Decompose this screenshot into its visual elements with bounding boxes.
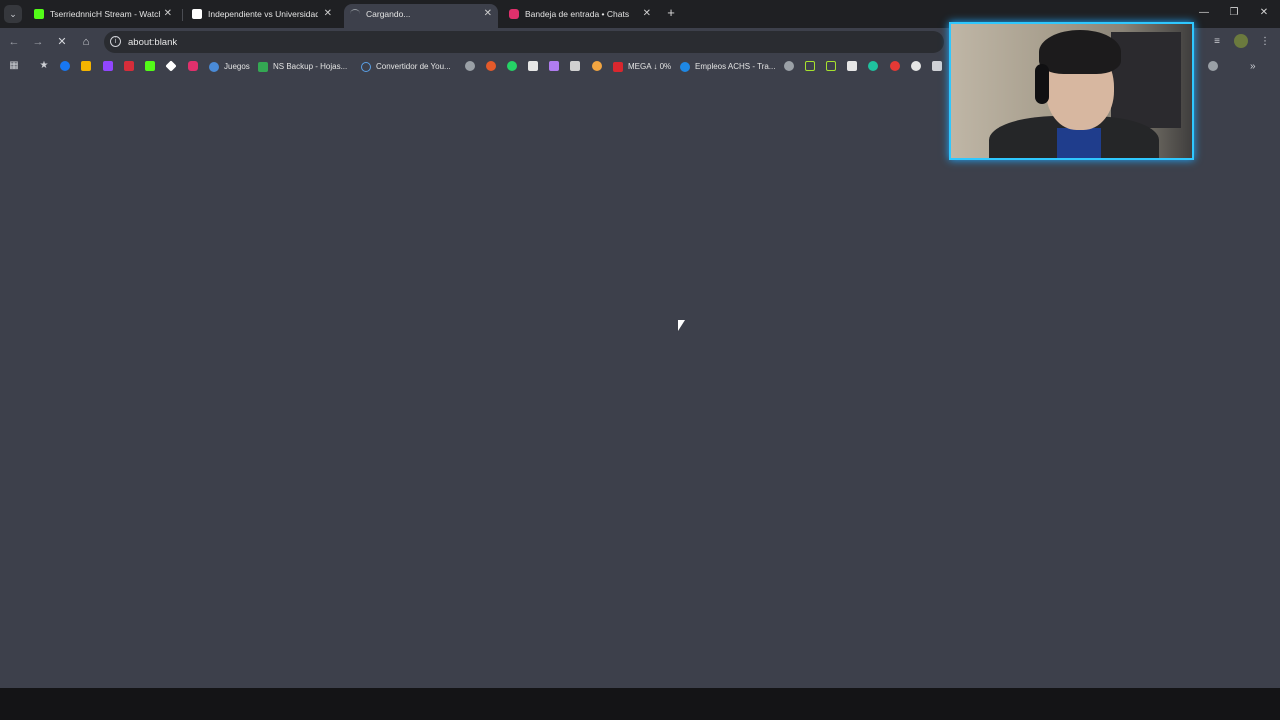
tab-close-icon[interactable]: ✕ [484, 4, 492, 24]
tab-title: Independiente vs Universidad de [208, 9, 318, 19]
globe-icon[interactable] [465, 61, 475, 71]
kick-icon [34, 9, 44, 19]
webcam-poster [1111, 32, 1181, 128]
tab-separator [182, 9, 183, 21]
slash-icon[interactable] [549, 61, 559, 71]
bookmark-convertidor[interactable]: Convertidor de You... [361, 59, 451, 75]
menu-icon[interactable]: ⋮ [1257, 34, 1273, 50]
bookmark-ns-backup[interactable]: NS Backup - Hojas... [258, 59, 347, 75]
tab-instagram-chats[interactable]: Bandeja de entrada • Chats ✕ [503, 4, 657, 28]
window-close-icon[interactable]: ✕ [1257, 6, 1271, 20]
ticket-icon [192, 9, 202, 19]
pokeball-icon[interactable] [890, 61, 900, 71]
bookmark-label: MEGA ↓ 0% [628, 62, 672, 71]
kick-icon[interactable] [145, 61, 155, 71]
green-box-icon[interactable] [826, 61, 836, 71]
image-icon[interactable] [932, 61, 942, 71]
globe-icon[interactable] [1208, 61, 1218, 71]
bookmark-label: Convertidor de You... [376, 62, 451, 71]
profile-avatar[interactable] [1234, 34, 1248, 48]
back-button[interactable]: ← [6, 34, 22, 50]
gallery-icon[interactable] [81, 61, 91, 71]
youtube-icon[interactable] [124, 61, 134, 71]
tab-title: TserriednnicH Stream - Watch Liv [50, 9, 160, 19]
tab-close-icon[interactable]: ✕ [643, 4, 651, 24]
bookmark-juegos[interactable]: Juegos [209, 59, 250, 75]
forward-button[interactable]: → [30, 34, 46, 50]
instagram-icon[interactable] [188, 61, 198, 71]
whatsapp-icon[interactable] [507, 61, 517, 71]
headset-icon [1035, 64, 1049, 104]
tab-close-icon[interactable]: ✕ [164, 4, 172, 24]
tab-title: Cargando... [366, 9, 411, 19]
star-icon[interactable]: ★ [38, 60, 50, 72]
tab-independiente[interactable]: Independiente vs Universidad de ✕ [186, 4, 338, 28]
instagram-icon [509, 9, 519, 19]
binoculars-icon[interactable] [911, 61, 921, 71]
tab-search-button[interactable]: ⌄ [4, 5, 22, 23]
tab-cargando[interactable]: Cargando... ✕ [344, 4, 498, 28]
bookmark-label: NS Backup - Hojas... [273, 62, 348, 71]
stop-button[interactable]: ✕ [54, 34, 70, 50]
taskbar [0, 688, 1280, 720]
globe-icon[interactable] [784, 61, 794, 71]
calendar-icon[interactable] [847, 61, 857, 71]
new-tab-button[interactable]: + [664, 5, 678, 21]
loading-spinner-icon [350, 9, 360, 19]
bookmark-mega[interactable]: MEGA ↓ 0% [613, 59, 671, 75]
tab-kick-stream[interactable]: TserriednnicH Stream - Watch Liv ✕ [28, 4, 178, 28]
apps-icon[interactable]: ▦ [8, 60, 20, 72]
home-button[interactable]: ⌂ [78, 34, 94, 50]
twitch-icon[interactable] [103, 61, 113, 71]
tab-close-icon[interactable]: ✕ [324, 4, 332, 24]
browser-window: ⌄ TserriednnicH Stream - Watch Liv ✕ Ind… [0, 0, 1280, 688]
green-box-icon[interactable] [805, 61, 815, 71]
converter-icon [361, 62, 371, 72]
reading-list-icon[interactable]: ≡ [1209, 34, 1225, 50]
tab-title: Bandeja de entrada • Chats [525, 9, 630, 19]
empleos-icon [680, 62, 690, 72]
emoji-icon[interactable] [592, 61, 602, 71]
address-bar[interactable]: i [104, 31, 944, 53]
bookmark-empleos-achs[interactable]: Empleos ACHS - Tra... [680, 59, 775, 75]
x-icon[interactable] [528, 61, 538, 71]
address-input[interactable] [128, 34, 728, 50]
trash-icon[interactable] [570, 61, 580, 71]
facebook-icon[interactable] [60, 61, 70, 71]
juegos-icon [209, 62, 219, 72]
mouse-cursor [678, 320, 685, 331]
mega-icon [613, 62, 623, 72]
bookmark-label: Juegos [224, 62, 250, 71]
orange-circle-icon[interactable] [486, 61, 496, 71]
minimize-icon[interactable]: — [1197, 6, 1211, 20]
sheets-icon [258, 62, 268, 72]
webcam-jacket [1057, 128, 1101, 158]
diamond-icon[interactable] [165, 60, 177, 72]
restore-icon[interactable]: ❐ [1227, 6, 1241, 20]
teal-circle-icon[interactable] [868, 61, 878, 71]
info-icon[interactable]: i [110, 36, 121, 47]
bookmark-label: Empleos ACHS - Tra... [695, 62, 776, 71]
more-bookmarks-icon[interactable]: » [1250, 59, 1256, 75]
webcam-person-hair [1039, 30, 1121, 74]
webcam-overlay [949, 22, 1194, 160]
